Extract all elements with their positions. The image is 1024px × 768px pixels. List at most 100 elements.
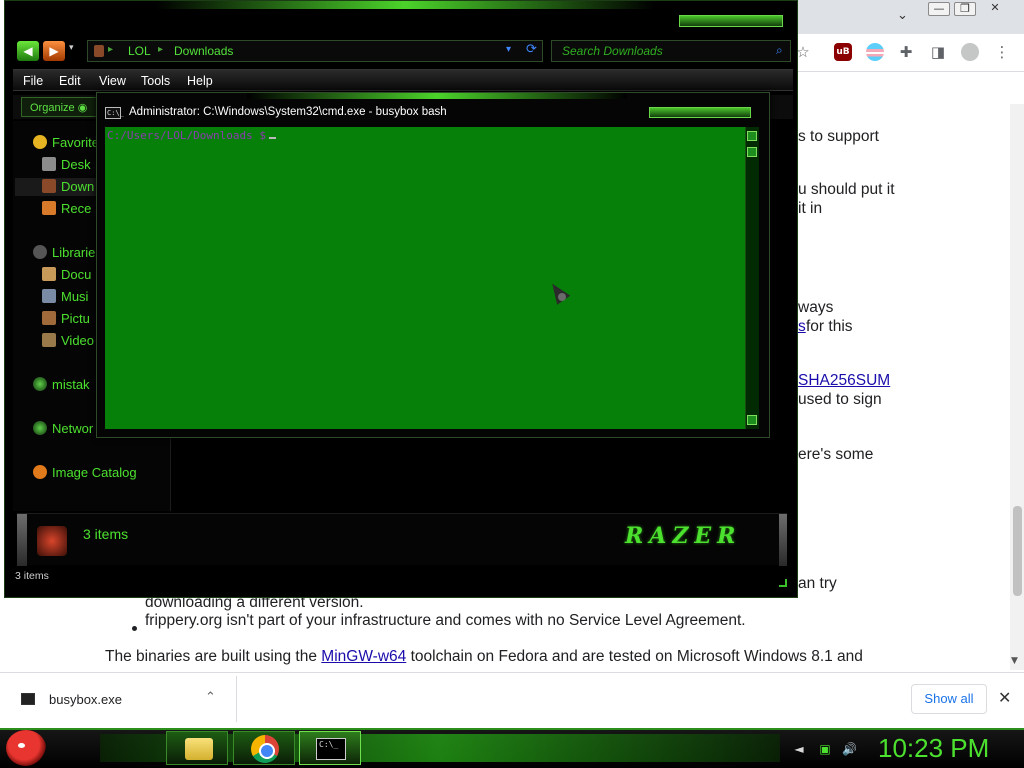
window-controls[interactable] — [649, 107, 751, 118]
page-text: ways — [798, 299, 834, 316]
sidebar-item-documents[interactable]: Docu — [42, 267, 91, 282]
close-button[interactable]: ✕ — [984, 2, 1006, 16]
sidebar-item-libraries[interactable]: Librarie — [33, 245, 95, 260]
extensions-icon[interactable]: ✚ — [897, 43, 915, 61]
breadcrumb-downloads[interactable]: Downloads — [174, 44, 233, 58]
page-scroll-thumb[interactable] — [1013, 506, 1022, 596]
back-button[interactable]: ◀ — [17, 41, 39, 61]
sha256sum-link[interactable]: SHA256SUM — [798, 372, 890, 390]
title-glow — [247, 93, 627, 99]
scroll-down-arrow-icon[interactable]: ▼ — [1011, 656, 1018, 666]
page-link[interactable]: s — [798, 318, 806, 336]
search-placeholder[interactable]: Search Downloads — [562, 44, 663, 58]
forward-button[interactable]: ▶ — [43, 41, 65, 61]
breadcrumb-separator[interactable]: ▸ — [158, 44, 163, 55]
sidebar-item-label: Rece — [61, 201, 92, 216]
scroll-down-button[interactable] — [747, 415, 757, 425]
sidebar-item-recent[interactable]: Rece — [42, 201, 91, 216]
sidebar-item-image-catalog[interactable]: Image Catalog — [33, 465, 137, 480]
sidebar-item-network[interactable]: Networ — [33, 421, 93, 436]
close-icon[interactable]: ✕ — [998, 688, 1011, 707]
chevron-up-icon[interactable]: ⌃ — [205, 690, 216, 705]
search-box[interactable]: Search Downloads ⌕ — [551, 40, 791, 62]
sidebar-item-label: Pictu — [61, 311, 90, 326]
razer-logo: RAZER — [625, 523, 742, 549]
sidebar-item-downloads[interactable]: Down — [42, 179, 94, 194]
volume-icon[interactable]: 🔊 — [842, 742, 857, 756]
page-text: frippery.org isn't part of your infrastr… — [145, 612, 746, 629]
menu-help[interactable]: Help — [187, 74, 213, 88]
trans-flag-icon[interactable] — [866, 43, 884, 61]
page-text: an try — [798, 575, 837, 592]
resize-grip-icon[interactable] — [779, 579, 787, 587]
title-glow — [155, 1, 655, 9]
mingw-link[interactable]: MinGW-w64 — [321, 648, 406, 665]
show-all-button[interactable]: Show all — [911, 684, 987, 714]
prompt-text: C:/Users/LOL/Downloads $ — [107, 129, 266, 142]
page-text: ere's some — [798, 446, 874, 463]
menu-file[interactable]: File — [23, 74, 43, 88]
menu-tools[interactable]: Tools — [141, 74, 170, 88]
page-paragraph: The binaries are built using the MinGW-w… — [105, 648, 863, 666]
terminal-scrollbar[interactable] — [745, 127, 759, 429]
page-text: u should put it — [798, 181, 895, 198]
sidebar-item-music[interactable]: Musi — [42, 289, 88, 304]
minimize-button[interactable]: — — [928, 2, 950, 16]
sidebar-item-label: Desk — [61, 157, 91, 172]
taskbar-explorer-button[interactable] — [166, 731, 228, 765]
scroll-up-button[interactable] — [747, 131, 757, 141]
sidebar-item-videos[interactable]: Video — [42, 333, 94, 348]
taskbar-cmd-button[interactable]: C:\_ — [299, 731, 361, 765]
start-button[interactable] — [6, 730, 46, 766]
sidebar-item-favorites[interactable]: Favorite — [33, 135, 99, 150]
sidebar-item-label: Video — [61, 333, 95, 348]
ublock-icon[interactable]: uB — [834, 43, 852, 61]
videos-icon — [42, 333, 56, 347]
window-controls[interactable] — [679, 15, 783, 27]
details-left-bar — [17, 514, 27, 566]
taskbar-chrome-button[interactable] — [233, 731, 295, 765]
star-icon — [33, 135, 47, 149]
show-hidden-icons-icon[interactable]: ◄ — [792, 742, 806, 756]
menu-edit[interactable]: Edit — [59, 74, 81, 88]
profile-icon[interactable] — [961, 43, 979, 61]
menu-icon[interactable]: ⋮ — [993, 43, 1011, 61]
sidebar-item-label: Image Catalog — [52, 465, 137, 480]
taskbar-clock[interactable]: 10:23 PM — [878, 733, 989, 764]
pictures-icon — [42, 311, 56, 325]
tab-search-icon[interactable]: ⌄ — [897, 8, 908, 23]
breadcrumb-lol[interactable]: LOL — [128, 44, 151, 58]
breadcrumb-separator[interactable]: ▸ — [108, 44, 113, 55]
page-text: it in — [798, 200, 823, 217]
download-bar — [0, 672, 1024, 728]
chrome-icon — [251, 735, 279, 763]
item-count: 3 items — [83, 526, 129, 542]
sidebar-item-label: Docu — [61, 267, 92, 282]
divider — [236, 676, 237, 722]
scroll-thumb[interactable] — [747, 147, 757, 157]
sidebar-item-homegroup[interactable]: mistak — [33, 377, 90, 392]
network-tray-icon[interactable]: ▣ — [818, 742, 832, 756]
page-text: used to sign — [798, 391, 882, 408]
menu-view[interactable]: View — [99, 74, 126, 88]
image-catalog-icon — [33, 465, 47, 479]
details-right-bar — [779, 514, 787, 566]
address-bar[interactable]: ▸ LOL ▸ Downloads ▾ ⟳ — [87, 40, 543, 62]
search-icon[interactable]: ⌕ — [776, 43, 783, 58]
recent-pages-dropdown[interactable]: ▾ — [69, 43, 74, 53]
terminal-area[interactable]: C:/Users/LOL/Downloads $ — [105, 127, 745, 429]
download-filename[interactable]: busybox.exe — [49, 692, 122, 707]
folder-thumbnail-icon — [37, 526, 67, 556]
refresh-icon[interactable]: ⟳ — [526, 42, 537, 57]
organize-button[interactable]: Organize ◉ — [21, 97, 101, 117]
restore-button[interactable]: ❐ — [954, 2, 976, 16]
sidebar-item-desktop[interactable]: Desk — [42, 157, 91, 172]
sidebar-item-pictures[interactable]: Pictu — [42, 311, 90, 326]
sidebar-icon[interactable]: ◨ — [929, 43, 947, 61]
music-icon — [42, 289, 56, 303]
network-icon — [33, 421, 47, 435]
page-text: for this — [806, 318, 853, 335]
address-dropdown-icon[interactable]: ▾ — [506, 44, 511, 55]
sidebar-item-label: Favorite — [52, 135, 99, 150]
folder-icon — [185, 738, 213, 760]
